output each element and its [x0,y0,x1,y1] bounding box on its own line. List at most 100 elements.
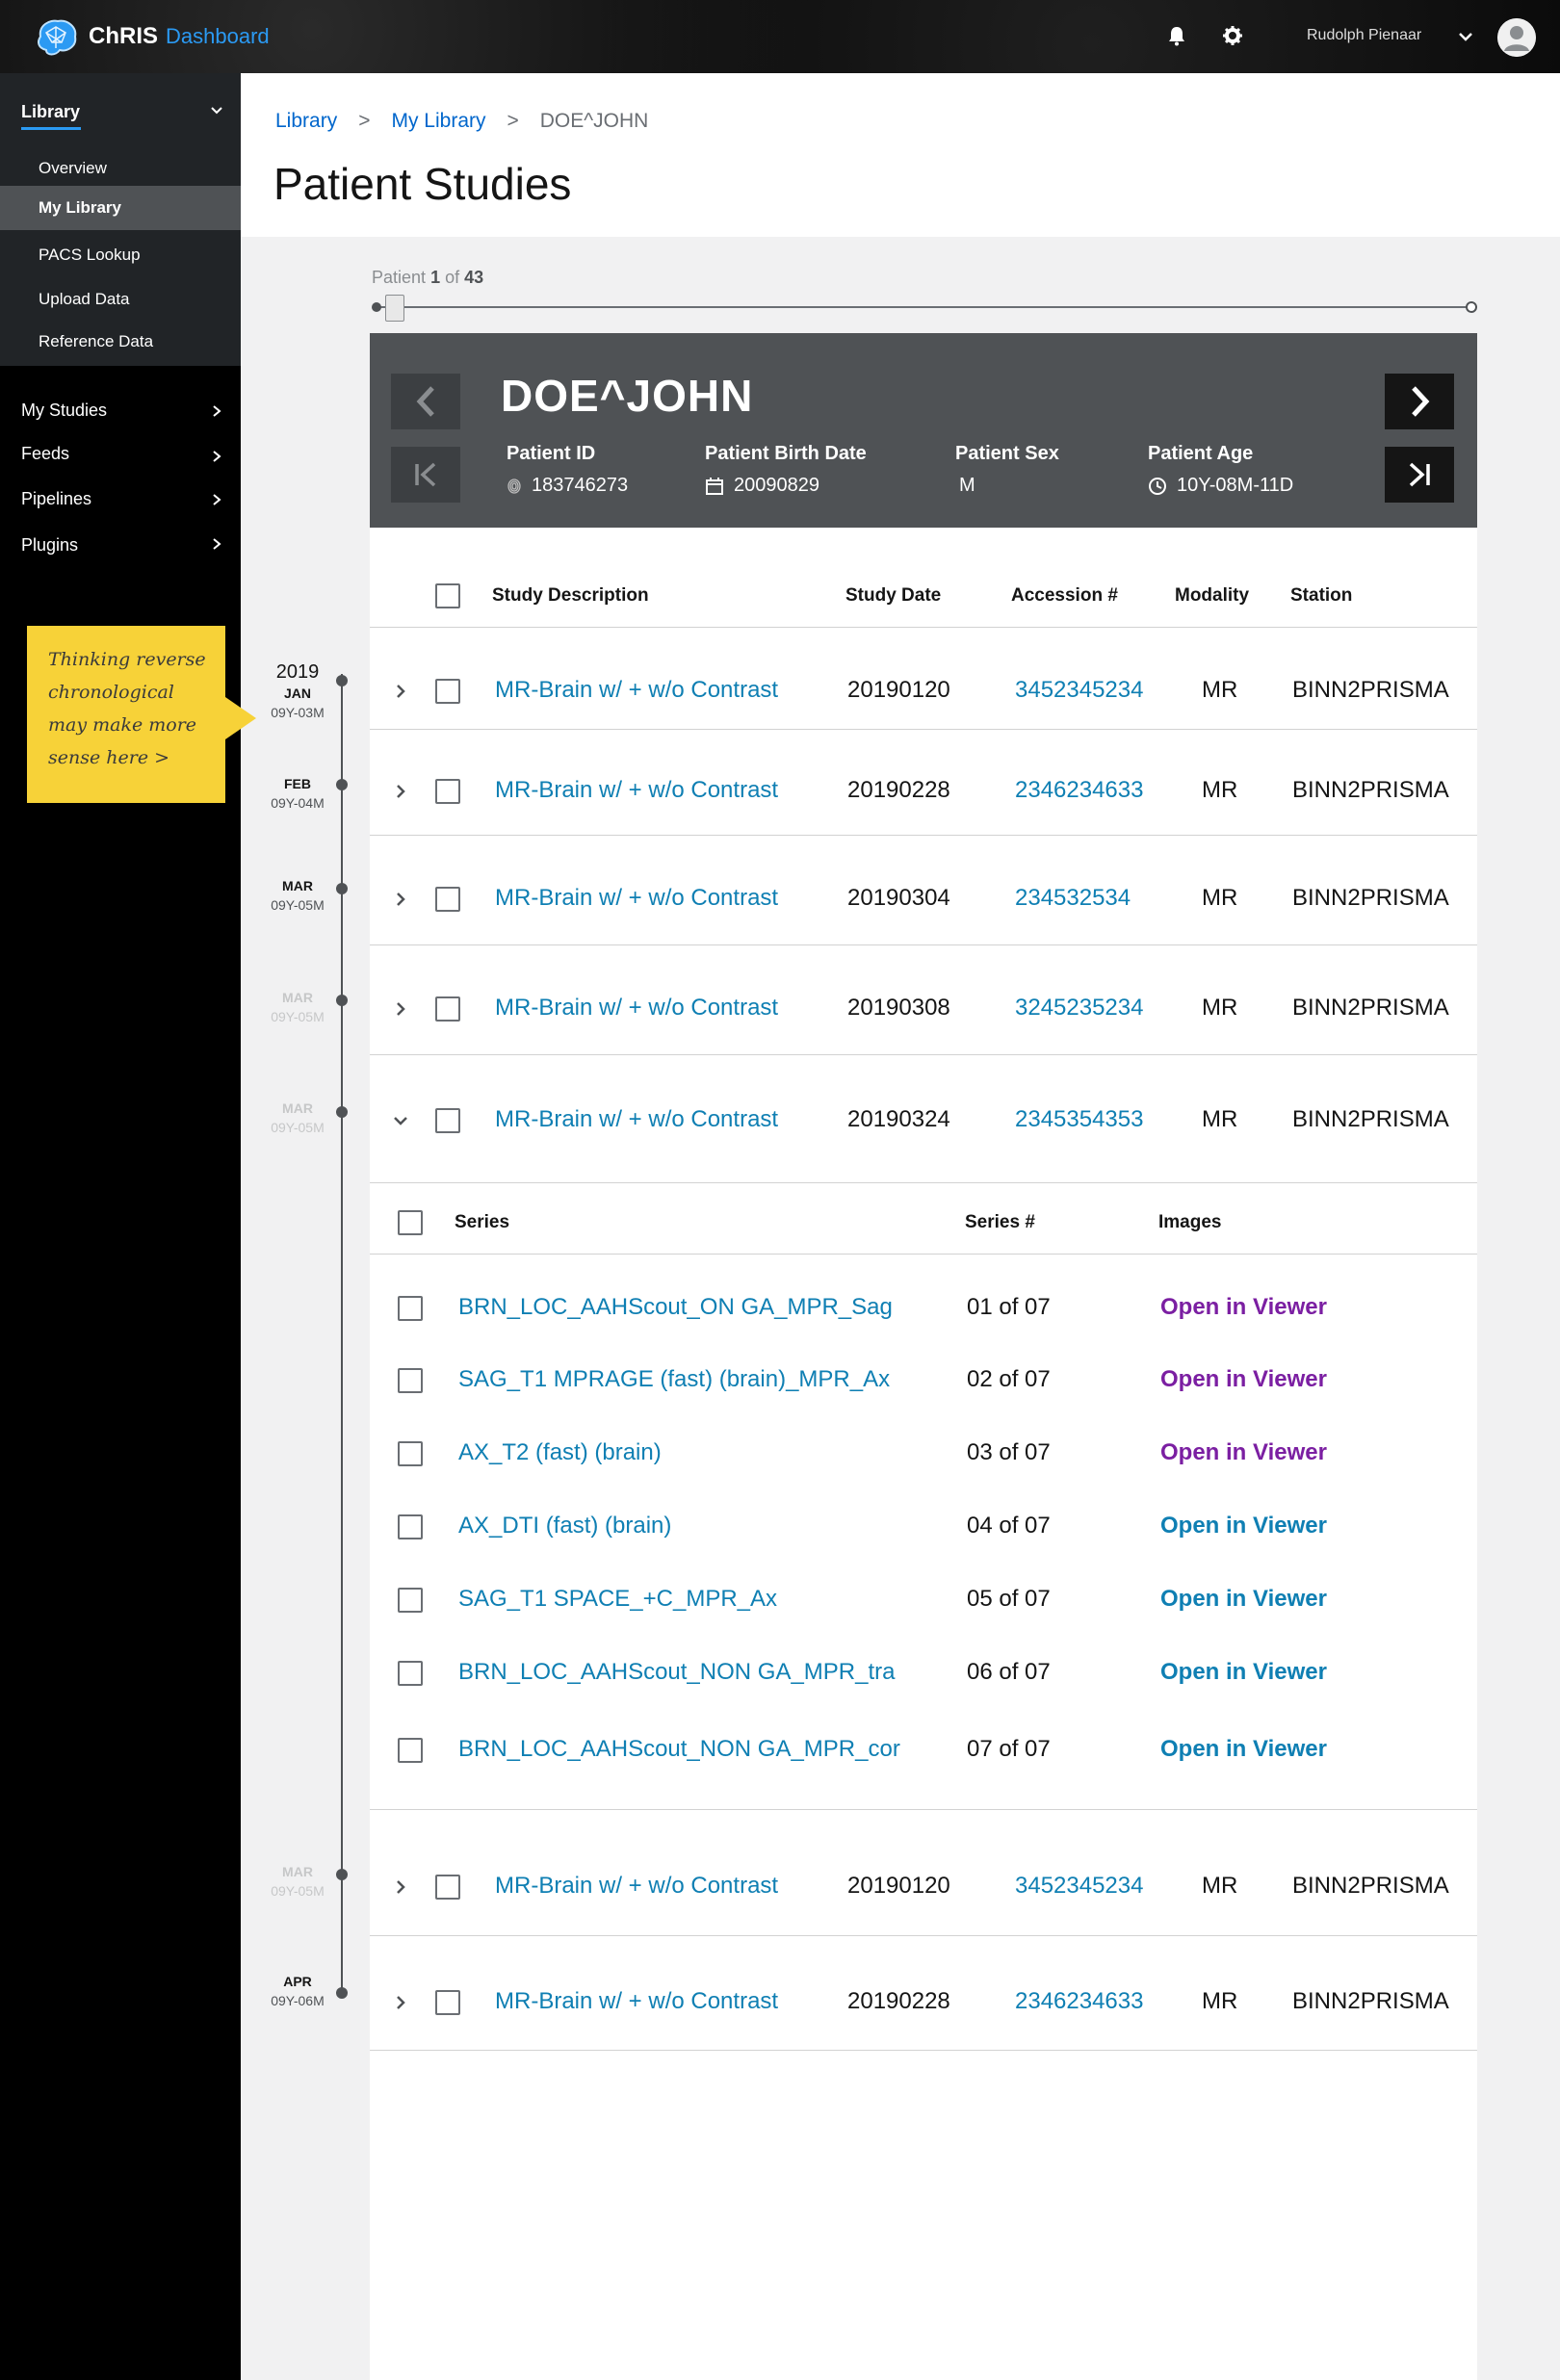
study-row-checkbox[interactable] [435,887,460,912]
row-divider [370,729,1477,730]
series-row-checkbox[interactable] [398,1441,423,1466]
column-header-study-description[interactable]: Study Description [492,585,649,607]
user-name[interactable]: Rudolph Pienaar [1307,27,1421,44]
prev-patient-button[interactable] [391,374,460,429]
breadcrumb-library[interactable]: Library [275,110,337,133]
sidebar-library-heading[interactable]: Library [21,102,80,122]
sidebar-item-my-library[interactable]: My Library [0,186,241,230]
patient-slider-handle[interactable] [385,295,404,322]
chris-logo-icon [38,19,77,56]
series-name-link[interactable]: SAG_T1 MPRAGE (fast) (brain)_MPR_Ax [458,1366,890,1393]
series-row-checkbox[interactable] [398,1514,423,1539]
series-row-checkbox[interactable] [398,1296,423,1321]
column-header-study-date[interactable]: Study Date [845,585,941,607]
study-row-checkbox[interactable] [435,1990,460,2015]
sidebar-item-my-studies[interactable]: My Studies [21,401,107,421]
open-in-viewer-link[interactable]: Open in Viewer [1160,1366,1327,1393]
breadcrumb-current: DOE^JOHN [539,110,649,132]
open-in-viewer-link[interactable]: Open in Viewer [1160,1736,1327,1763]
series-row-checkbox[interactable] [398,1588,423,1613]
next-patient-button[interactable] [1385,374,1454,429]
open-in-viewer-link[interactable]: Open in Viewer [1160,1586,1327,1613]
chevron-down-icon[interactable] [391,1111,410,1130]
breadcrumb-my-library[interactable]: My Library [391,110,485,133]
study-description-link[interactable]: MR-Brain w/ + w/o Contrast [495,1873,778,1900]
row-divider [370,627,1477,628]
column-header-accession[interactable]: Accession # [1011,585,1118,607]
accession-link[interactable]: 234532534 [1015,885,1131,912]
accession-link[interactable]: 2346234633 [1015,777,1143,804]
series-name-link[interactable]: BRN_LOC_AAHScout_NON GA_MPR_tra [458,1659,896,1686]
avatar[interactable] [1497,18,1536,57]
column-header-images[interactable]: Images [1158,1212,1221,1233]
series-row-checkbox[interactable] [398,1661,423,1686]
first-patient-button[interactable] [391,447,460,503]
series-name-link[interactable]: AX_DTI (fast) (brain) [458,1513,671,1539]
study-row-checkbox[interactable] [435,996,460,1022]
row-divider [370,1054,1477,1055]
patient-slider-track[interactable] [377,306,1473,308]
chevron-right-icon[interactable] [391,682,410,701]
patient-card: DOE^JOHN Patient ID 183746273 Patient Bi… [370,333,1477,528]
page-header: Library > My Library > DOE^JOHN Patient … [241,73,1560,237]
chevron-right-icon[interactable] [210,404,223,418]
series-name-link[interactable]: BRN_LOC_AAHScout_ON GA_MPR_Sag [458,1294,893,1321]
study-description-link[interactable]: MR-Brain w/ + w/o Contrast [495,995,778,1022]
series-row-checkbox[interactable] [398,1368,423,1393]
study-row-checkbox[interactable] [435,1108,460,1133]
brand[interactable]: ChRIS Dashboard [33,15,270,58]
chevron-right-icon[interactable] [391,1993,410,2012]
sidebar-item-pipelines[interactable]: Pipelines [21,489,91,509]
breadcrumb-separator: > [507,110,519,132]
column-header-station[interactable]: Station [1290,585,1352,607]
chevron-right-icon[interactable] [210,493,223,506]
accession-link[interactable]: 2346234633 [1015,1988,1143,2015]
study-station: BINN2PRISMA [1292,885,1449,911]
open-in-viewer-link[interactable]: Open in Viewer [1160,1659,1327,1686]
study-description-link[interactable]: MR-Brain w/ + w/o Contrast [495,677,778,704]
open-in-viewer-link[interactable]: Open in Viewer [1160,1439,1327,1466]
series-name-link[interactable]: AX_T2 (fast) (brain) [458,1439,662,1466]
series-name-link[interactable]: SAG_T1 SPACE_+C_MPR_Ax [458,1586,777,1613]
column-header-modality[interactable]: Modality [1175,585,1249,607]
chevron-right-icon[interactable] [210,537,223,551]
series-name-link[interactable]: BRN_LOC_AAHScout_NON GA_MPR_cor [458,1736,900,1763]
chevron-right-icon[interactable] [391,1877,410,1897]
study-description-link[interactable]: MR-Brain w/ + w/o Contrast [495,777,778,804]
sidebar-item-feeds[interactable]: Feeds [21,444,69,464]
open-in-viewer-link[interactable]: Open in Viewer [1160,1513,1327,1539]
chevron-right-icon[interactable] [391,782,410,801]
sidebar-item-upload-data[interactable]: Upload Data [0,277,241,322]
study-description-link[interactable]: MR-Brain w/ + w/o Contrast [495,1106,778,1133]
study-row-checkbox[interactable] [435,1875,460,1900]
open-in-viewer-link[interactable]: Open in Viewer [1160,1294,1327,1321]
accession-link[interactable]: 2345354353 [1015,1106,1143,1133]
last-patient-button[interactable] [1385,447,1454,503]
chevron-down-icon[interactable] [208,102,225,119]
chevron-right-icon[interactable] [391,890,410,909]
sidebar-item-pacs-lookup[interactable]: PACS Lookup [0,233,241,277]
chevron-right-icon[interactable] [210,450,223,463]
select-all-studies-checkbox[interactable] [435,583,460,608]
chevron-right-icon[interactable] [391,999,410,1019]
accession-link[interactable]: 3245235234 [1015,995,1143,1022]
accession-link[interactable]: 3452345234 [1015,677,1143,704]
patient-counter: Patient 1 of 43 [372,268,483,288]
column-header-series[interactable]: Series [455,1212,509,1233]
chevron-down-icon[interactable] [1456,27,1475,46]
study-row-checkbox[interactable] [435,779,460,804]
study-date: 20190308 [847,995,950,1021]
timeline-label: MAR 09Y-05M [254,1099,341,1137]
study-description-link[interactable]: MR-Brain w/ + w/o Contrast [495,1988,778,2015]
column-header-series-number[interactable]: Series # [965,1212,1035,1233]
sidebar-item-plugins[interactable]: Plugins [21,535,78,556]
accession-link[interactable]: 3452345234 [1015,1873,1143,1900]
study-row-checkbox[interactable] [435,679,460,704]
sidebar-item-overview[interactable]: Overview [0,146,241,191]
bell-icon[interactable] [1164,23,1189,48]
study-description-link[interactable]: MR-Brain w/ + w/o Contrast [495,885,778,912]
gear-icon[interactable] [1220,23,1245,48]
sidebar-item-reference-data[interactable]: Reference Data [0,320,241,364]
select-all-series-checkbox[interactable] [398,1210,423,1235]
series-row-checkbox[interactable] [398,1738,423,1763]
